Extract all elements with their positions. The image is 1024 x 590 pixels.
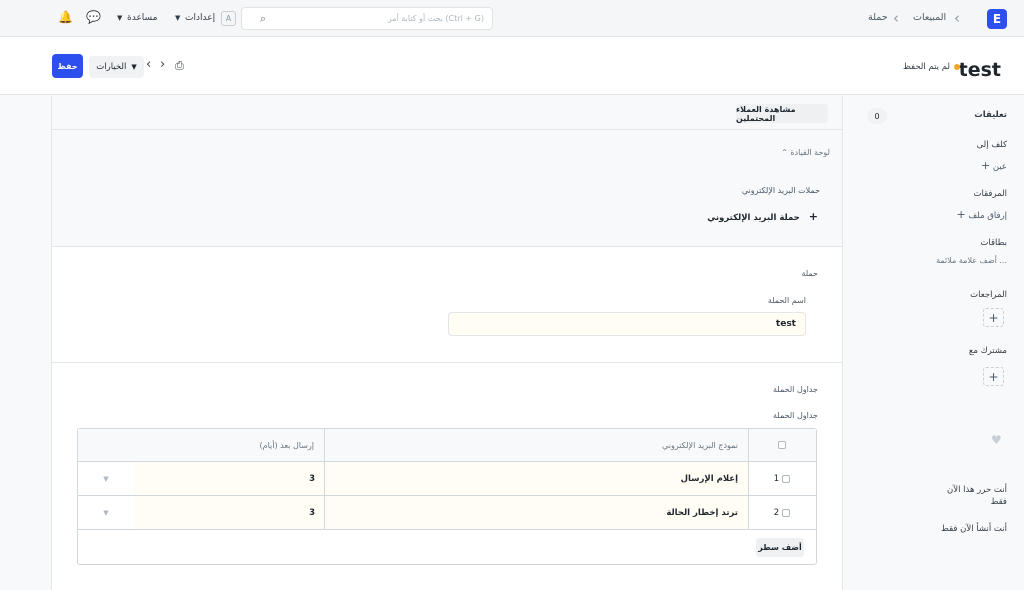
tags-label: بطاقات	[980, 238, 1007, 248]
row-divider	[78, 495, 816, 496]
campaign-name-label: اسم الحملة	[767, 296, 806, 305]
settings-dropdown[interactable]: إعدادات	[185, 13, 215, 23]
column-divider	[324, 429, 325, 529]
page-head	[0, 37, 1024, 95]
dashboard-label: لوحة القيادة	[790, 148, 830, 157]
breadcrumb-campaign[interactable]: حملة	[868, 12, 888, 23]
new-email-campaign-label: حملة البريد الإلكتروني	[707, 213, 800, 223]
cell-send-after-days[interactable]: 3	[134, 496, 324, 529]
schedules-section-title: جداول الحملة	[773, 385, 818, 394]
app-logo[interactable]: E	[987, 9, 1007, 29]
chevron-left-icon: ‹	[893, 9, 899, 27]
cell-send-after-days[interactable]: 3	[134, 462, 324, 495]
row-checkbox[interactable]	[782, 508, 791, 517]
attach-file-link[interactable]: + إرفاق ملف	[956, 208, 1007, 221]
row-edit-chevron-icon[interactable]: ▼	[78, 462, 134, 495]
save-button[interactable]: حفظ	[52, 54, 83, 78]
chat-icon[interactable]: 💬	[86, 10, 101, 24]
add-share-button[interactable]: +	[983, 367, 1004, 386]
cell-email-template[interactable]: ترتد إخطار الحالة	[324, 496, 748, 529]
schedules-field-label: جداول الحملة	[773, 411, 818, 420]
actions-label: الخيارات	[96, 62, 127, 72]
unsaved-label: لم يتم الحفظ	[902, 62, 950, 72]
assigned-to-label: كلف إلى	[976, 140, 1007, 150]
cell-email-template[interactable]: إعلام الإرسال	[324, 462, 748, 495]
campaign-name-input[interactable]: test	[448, 312, 806, 336]
comments-count-badge[interactable]: 0	[867, 108, 887, 124]
chevron-up-icon: ⌃	[781, 148, 788, 157]
add-row-button[interactable]: أضف سطر	[756, 538, 804, 557]
dashboard-toggle[interactable]: ⌃ لوحة القيادة	[781, 148, 830, 157]
email-campaigns-label: حملات البريد الإلكتروني	[741, 186, 820, 195]
print-icon[interactable]: ⎙	[175, 59, 184, 73]
next-record-icon[interactable]: ›	[160, 57, 165, 72]
campaign-section: حملة اسم الحملة test	[52, 247, 842, 363]
page-title: test	[958, 59, 1001, 81]
chevron-down-icon: ▼	[117, 14, 123, 22]
view-leads-button[interactable]: مشاهدة العملاء المحتملين	[736, 104, 828, 123]
search-input[interactable]: ⌕ بحث أو كتابة أمر (Ctrl + G)	[241, 7, 493, 30]
attach-file-label: إرفاق ملف	[968, 211, 1007, 221]
attachments-label: المرفقات	[973, 189, 1007, 199]
add-tag-input[interactable]: أضف علامة ملائمة ...	[936, 256, 1007, 265]
add-review-button[interactable]: +	[983, 308, 1004, 327]
chevron-down-icon: ▼	[175, 14, 181, 22]
actions-dropdown[interactable]: الخيارات ▼	[89, 56, 144, 78]
row-edit-chevron-icon[interactable]: ▼	[78, 496, 134, 529]
help-dropdown[interactable]: مساعدة	[127, 13, 157, 23]
assign-label: عين	[992, 162, 1007, 172]
unsaved-indicator	[954, 64, 960, 70]
plus-icon: +	[980, 159, 991, 172]
reviews-label: المراجعات	[970, 290, 1007, 300]
plus-icon: +	[808, 210, 818, 223]
row-checkbox[interactable]	[782, 474, 791, 483]
plus-icon: +	[956, 208, 966, 221]
dashboard-section: ⌃ لوحة القيادة حملات البريد الإلكتروني ح…	[52, 130, 842, 247]
row-number: 2	[773, 507, 780, 518]
new-email-campaign-link[interactable]: حملة البريد الإلكتروني +	[707, 210, 818, 223]
column-header-send-after-days[interactable]: إرسال بعد (أيام)	[78, 429, 324, 462]
comments-label: تعليقات	[974, 110, 1007, 120]
form-toolbar: مشاهدة العملاء المحتملين	[52, 96, 842, 130]
table-row-index[interactable]: 2	[748, 496, 816, 529]
select-all-checkbox[interactable]	[748, 429, 816, 462]
column-header-email-template[interactable]: نموذج البريد الإلكتروني	[324, 429, 748, 462]
schedules-table: نموذج البريد الإلكتروني إرسال بعد (أيام)…	[77, 428, 817, 565]
bell-icon[interactable]: 🔔	[58, 10, 73, 24]
row-divider	[78, 529, 816, 530]
row-number: 1	[773, 473, 780, 484]
heart-icon[interactable]: ♥	[991, 433, 1002, 447]
previous-record-icon[interactable]: ‹	[146, 57, 151, 72]
plus-icon: +	[988, 310, 999, 325]
shared-with-label: مشترك مع	[968, 346, 1007, 356]
assign-link[interactable]: + عين	[981, 159, 1007, 172]
table-row-index[interactable]: 1	[748, 462, 816, 495]
created-by-label: أنت أنشأ الآن فقط	[941, 524, 1007, 534]
chevron-left-icon: ‹	[954, 9, 960, 27]
column-divider	[748, 429, 749, 529]
chevron-down-icon: ▼	[131, 63, 137, 71]
campaign-section-title: حملة	[801, 269, 818, 278]
search-icon: ⌕	[260, 12, 267, 25]
keyboard-shortcut-badge: A	[221, 11, 236, 26]
edited-by-label: أنت حرر هذا الآن فقط	[947, 485, 1007, 507]
search-placeholder: بحث أو كتابة أمر (Ctrl + G)	[387, 14, 484, 23]
breadcrumb-selling[interactable]: المبيعات	[913, 12, 946, 23]
plus-icon: +	[988, 369, 999, 384]
